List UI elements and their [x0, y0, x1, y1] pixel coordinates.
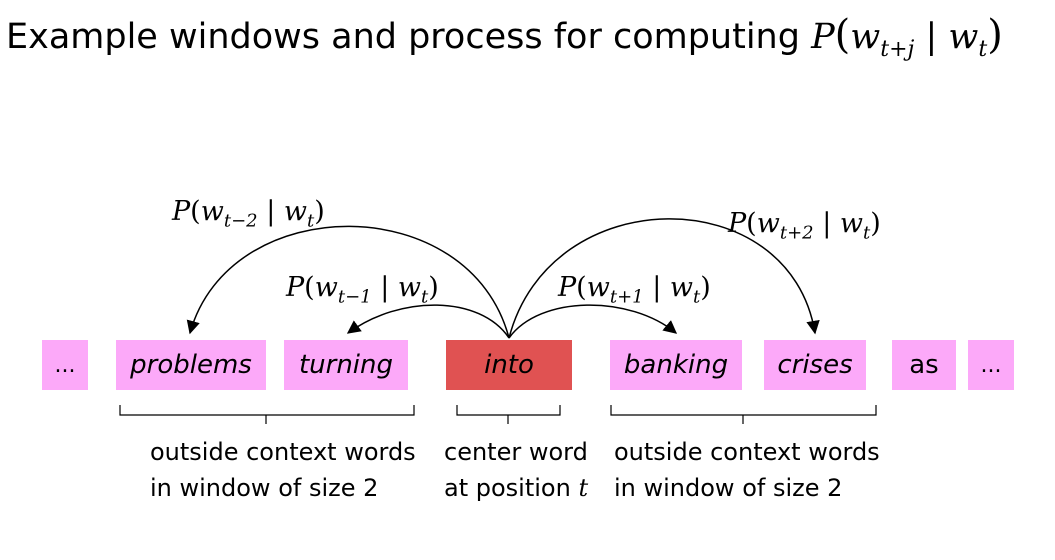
- word-dots-left: ...: [42, 340, 88, 390]
- brace-center: [456, 405, 561, 424]
- label-right-context: outside context words in window of size …: [614, 438, 880, 502]
- label-left-context: outside context words in window of size …: [150, 438, 416, 502]
- prob-t-minus-2: P(wt−2 | wt): [172, 196, 325, 232]
- label-center-word: center word at position t: [444, 438, 589, 502]
- word-crises: crises: [764, 340, 866, 390]
- word-problems: problems: [116, 340, 266, 390]
- arc-t-plus-1: [508, 304, 678, 339]
- word-into-center: into: [446, 340, 572, 390]
- word-banking: banking: [610, 340, 742, 390]
- brace-left: [119, 405, 415, 424]
- word-as: as: [892, 340, 956, 390]
- prob-t-plus-2: P(wt+2 | wt): [728, 208, 881, 244]
- brace-right: [610, 405, 877, 424]
- prob-t-plus-1: P(wt+1 | wt): [558, 272, 711, 308]
- word-turning: turning: [284, 340, 408, 390]
- word-dots-right: ...: [968, 340, 1014, 390]
- prob-t-minus-1: P(wt−1 | wt): [286, 272, 439, 308]
- arc-t-minus-1: [346, 304, 510, 339]
